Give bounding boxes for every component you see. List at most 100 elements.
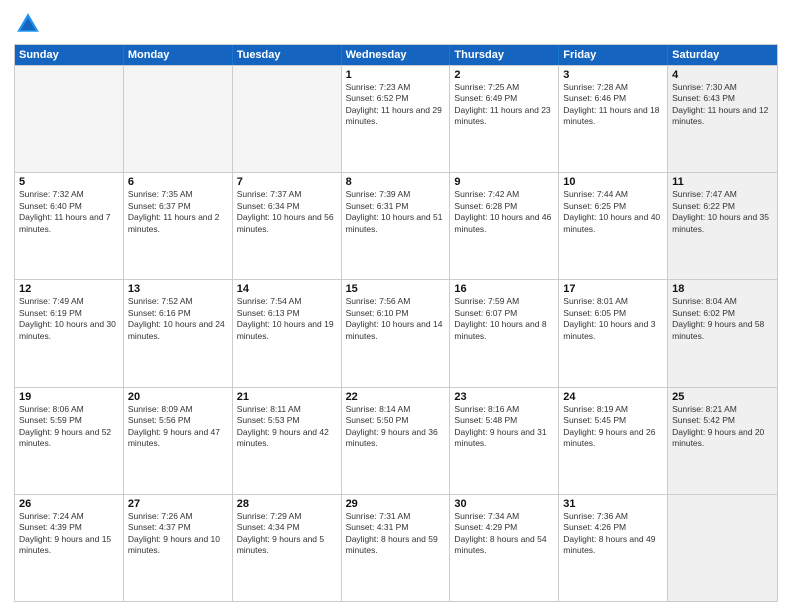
daylight-text: Daylight: 10 hours and 56 minutes.	[237, 212, 337, 235]
calendar-header-row: SundayMondayTuesdayWednesdayThursdayFrid…	[15, 45, 777, 65]
day-number: 29	[346, 498, 446, 510]
sunrise-text: Sunrise: 7:31 AM	[346, 511, 446, 522]
sunrise-text: Sunrise: 7:32 AM	[19, 189, 119, 200]
calendar-cell-r4c6	[668, 495, 777, 601]
daylight-text: Daylight: 9 hours and 31 minutes.	[454, 427, 554, 450]
calendar-cell-r0c4: 2Sunrise: 7:25 AMSunset: 6:49 PMDaylight…	[450, 66, 559, 172]
daylight-text: Daylight: 11 hours and 29 minutes.	[346, 105, 446, 128]
daylight-text: Daylight: 8 hours and 59 minutes.	[346, 534, 446, 557]
sunrise-text: Sunrise: 7:34 AM	[454, 511, 554, 522]
day-number: 7	[237, 176, 337, 188]
sunset-text: Sunset: 5:42 PM	[672, 415, 773, 426]
calendar-cell-r2c5: 17Sunrise: 8:01 AMSunset: 6:05 PMDayligh…	[559, 280, 668, 386]
day-number: 13	[128, 283, 228, 295]
sunrise-text: Sunrise: 8:21 AM	[672, 404, 773, 415]
day-number: 17	[563, 283, 663, 295]
day-number: 19	[19, 391, 119, 403]
page: SundayMondayTuesdayWednesdayThursdayFrid…	[0, 0, 792, 612]
day-number: 11	[672, 176, 773, 188]
sunrise-text: Sunrise: 7:37 AM	[237, 189, 337, 200]
calendar-cell-r3c3: 22Sunrise: 8:14 AMSunset: 5:50 PMDayligh…	[342, 388, 451, 494]
day-number: 27	[128, 498, 228, 510]
sunset-text: Sunset: 4:39 PM	[19, 522, 119, 533]
daylight-text: Daylight: 11 hours and 18 minutes.	[563, 105, 663, 128]
weekday-header-friday: Friday	[559, 45, 668, 65]
sunrise-text: Sunrise: 8:06 AM	[19, 404, 119, 415]
calendar-cell-r0c0	[15, 66, 124, 172]
sunrise-text: Sunrise: 8:01 AM	[563, 296, 663, 307]
calendar-row-1: 5Sunrise: 7:32 AMSunset: 6:40 PMDaylight…	[15, 172, 777, 279]
calendar-cell-r4c2: 28Sunrise: 7:29 AMSunset: 4:34 PMDayligh…	[233, 495, 342, 601]
daylight-text: Daylight: 9 hours and 20 minutes.	[672, 427, 773, 450]
sunset-text: Sunset: 6:13 PM	[237, 308, 337, 319]
day-number: 28	[237, 498, 337, 510]
sunset-text: Sunset: 5:59 PM	[19, 415, 119, 426]
sunset-text: Sunset: 6:43 PM	[672, 93, 773, 104]
weekday-header-saturday: Saturday	[668, 45, 777, 65]
sunrise-text: Sunrise: 7:23 AM	[346, 82, 446, 93]
daylight-text: Daylight: 8 hours and 54 minutes.	[454, 534, 554, 557]
sunset-text: Sunset: 6:10 PM	[346, 308, 446, 319]
sunrise-text: Sunrise: 7:47 AM	[672, 189, 773, 200]
sunrise-text: Sunrise: 7:26 AM	[128, 511, 228, 522]
sunrise-text: Sunrise: 8:19 AM	[563, 404, 663, 415]
daylight-text: Daylight: 11 hours and 2 minutes.	[128, 212, 228, 235]
day-number: 4	[672, 69, 773, 81]
weekday-header-monday: Monday	[124, 45, 233, 65]
sunset-text: Sunset: 6:25 PM	[563, 201, 663, 212]
daylight-text: Daylight: 8 hours and 49 minutes.	[563, 534, 663, 557]
calendar-cell-r0c3: 1Sunrise: 7:23 AMSunset: 6:52 PMDaylight…	[342, 66, 451, 172]
daylight-text: Daylight: 10 hours and 24 minutes.	[128, 319, 228, 342]
calendar-row-0: 1Sunrise: 7:23 AMSunset: 6:52 PMDaylight…	[15, 65, 777, 172]
day-number: 31	[563, 498, 663, 510]
sunrise-text: Sunrise: 7:35 AM	[128, 189, 228, 200]
calendar-cell-r0c2	[233, 66, 342, 172]
calendar-cell-r2c2: 14Sunrise: 7:54 AMSunset: 6:13 PMDayligh…	[233, 280, 342, 386]
calendar-cell-r4c4: 30Sunrise: 7:34 AMSunset: 4:29 PMDayligh…	[450, 495, 559, 601]
daylight-text: Daylight: 10 hours and 19 minutes.	[237, 319, 337, 342]
calendar-cell-r2c0: 12Sunrise: 7:49 AMSunset: 6:19 PMDayligh…	[15, 280, 124, 386]
day-number: 18	[672, 283, 773, 295]
sunrise-text: Sunrise: 7:24 AM	[19, 511, 119, 522]
day-number: 23	[454, 391, 554, 403]
sunset-text: Sunset: 5:53 PM	[237, 415, 337, 426]
calendar-row-4: 26Sunrise: 7:24 AMSunset: 4:39 PMDayligh…	[15, 494, 777, 601]
weekday-header-wednesday: Wednesday	[342, 45, 451, 65]
sunrise-text: Sunrise: 7:39 AM	[346, 189, 446, 200]
calendar-cell-r2c4: 16Sunrise: 7:59 AMSunset: 6:07 PMDayligh…	[450, 280, 559, 386]
calendar-cell-r0c5: 3Sunrise: 7:28 AMSunset: 6:46 PMDaylight…	[559, 66, 668, 172]
sunrise-text: Sunrise: 8:14 AM	[346, 404, 446, 415]
calendar-cell-r1c3: 8Sunrise: 7:39 AMSunset: 6:31 PMDaylight…	[342, 173, 451, 279]
calendar-cell-r4c0: 26Sunrise: 7:24 AMSunset: 4:39 PMDayligh…	[15, 495, 124, 601]
day-number: 20	[128, 391, 228, 403]
daylight-text: Daylight: 11 hours and 23 minutes.	[454, 105, 554, 128]
sunset-text: Sunset: 5:50 PM	[346, 415, 446, 426]
calendar-cell-r3c4: 23Sunrise: 8:16 AMSunset: 5:48 PMDayligh…	[450, 388, 559, 494]
daylight-text: Daylight: 9 hours and 15 minutes.	[19, 534, 119, 557]
calendar-cell-r2c6: 18Sunrise: 8:04 AMSunset: 6:02 PMDayligh…	[668, 280, 777, 386]
sunset-text: Sunset: 6:07 PM	[454, 308, 554, 319]
weekday-header-sunday: Sunday	[15, 45, 124, 65]
daylight-text: Daylight: 10 hours and 8 minutes.	[454, 319, 554, 342]
daylight-text: Daylight: 10 hours and 46 minutes.	[454, 212, 554, 235]
sunset-text: Sunset: 6:16 PM	[128, 308, 228, 319]
calendar-cell-r3c2: 21Sunrise: 8:11 AMSunset: 5:53 PMDayligh…	[233, 388, 342, 494]
daylight-text: Daylight: 9 hours and 42 minutes.	[237, 427, 337, 450]
sunset-text: Sunset: 6:31 PM	[346, 201, 446, 212]
sunset-text: Sunset: 6:46 PM	[563, 93, 663, 104]
day-number: 25	[672, 391, 773, 403]
day-number: 21	[237, 391, 337, 403]
sunset-text: Sunset: 5:45 PM	[563, 415, 663, 426]
daylight-text: Daylight: 9 hours and 26 minutes.	[563, 427, 663, 450]
calendar-cell-r1c2: 7Sunrise: 7:37 AMSunset: 6:34 PMDaylight…	[233, 173, 342, 279]
daylight-text: Daylight: 10 hours and 51 minutes.	[346, 212, 446, 235]
sunrise-text: Sunrise: 7:28 AM	[563, 82, 663, 93]
daylight-text: Daylight: 11 hours and 12 minutes.	[672, 105, 773, 128]
sunrise-text: Sunrise: 8:04 AM	[672, 296, 773, 307]
day-number: 6	[128, 176, 228, 188]
daylight-text: Daylight: 10 hours and 3 minutes.	[563, 319, 663, 342]
calendar-cell-r4c5: 31Sunrise: 7:36 AMSunset: 4:26 PMDayligh…	[559, 495, 668, 601]
day-number: 30	[454, 498, 554, 510]
sunset-text: Sunset: 4:31 PM	[346, 522, 446, 533]
day-number: 10	[563, 176, 663, 188]
